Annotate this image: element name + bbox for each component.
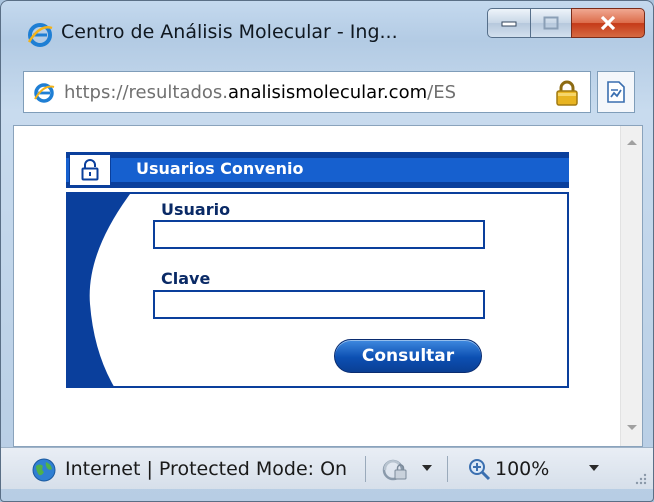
url-text[interactable]: https://resultados.analisismolecular.com… bbox=[64, 82, 550, 103]
chevron-down-icon[interactable] bbox=[421, 464, 433, 472]
padlock-icon bbox=[81, 159, 99, 181]
minimize-icon bbox=[501, 21, 517, 27]
protected-mode-icon[interactable] bbox=[381, 458, 409, 482]
browser-window: Centro de Análisis Molecular - Ing... ht… bbox=[0, 0, 654, 502]
ie-icon bbox=[34, 83, 55, 103]
chevron-down-icon[interactable] bbox=[588, 464, 600, 472]
username-label: Usuario bbox=[161, 200, 231, 219]
login-title: Usuarios Convenio bbox=[136, 159, 304, 178]
url-scheme: https:// bbox=[64, 82, 129, 103]
password-input[interactable] bbox=[153, 290, 485, 319]
scroll-up-icon[interactable] bbox=[626, 138, 638, 146]
login-header: Usuarios Convenio bbox=[66, 152, 569, 188]
address-bar[interactable]: https://resultados.analisismolecular.com… bbox=[23, 71, 591, 113]
url-domain: analisismolecular.com bbox=[228, 82, 428, 103]
maximize-icon bbox=[543, 16, 559, 30]
maximize-button[interactable] bbox=[531, 8, 571, 38]
username-input[interactable] bbox=[153, 220, 485, 249]
consultar-button[interactable]: Consultar bbox=[334, 339, 482, 373]
padlock-icon[interactable] bbox=[554, 79, 580, 107]
zoom-level[interactable]: 100% bbox=[495, 458, 549, 480]
close-button[interactable] bbox=[571, 8, 645, 38]
resize-grip-icon[interactable] bbox=[633, 471, 647, 485]
url-subdomain: resultados. bbox=[128, 82, 229, 103]
ie-icon bbox=[27, 23, 53, 47]
zoom-icon[interactable] bbox=[467, 457, 493, 483]
url-path: /ES bbox=[427, 82, 457, 103]
close-icon bbox=[600, 15, 616, 31]
security-zone-text[interactable]: Internet | Protected Mode: On bbox=[65, 458, 361, 480]
minimize-button[interactable] bbox=[487, 8, 531, 38]
header-lock-box bbox=[69, 154, 111, 186]
login-panel: Usuario Clave Consultar bbox=[66, 192, 569, 388]
status-separator bbox=[447, 456, 448, 482]
window-title: Centro de Análisis Molecular - Ing... bbox=[61, 21, 398, 43]
title-bar: Centro de Análisis Molecular - Ing... bbox=[1, 1, 653, 63]
window-controls bbox=[487, 8, 645, 38]
vertical-scrollbar[interactable] bbox=[620, 126, 642, 446]
password-label: Clave bbox=[161, 269, 211, 288]
globe-icon bbox=[32, 458, 56, 482]
page-content: Usuarios Convenio Usuario Clave Consulta… bbox=[13, 125, 643, 447]
compatibility-view-icon bbox=[607, 81, 625, 103]
status-bar: Internet | Protected Mode: On 100% bbox=[1, 447, 653, 489]
compatibility-view-button[interactable] bbox=[597, 71, 635, 113]
scroll-down-icon[interactable] bbox=[626, 424, 638, 432]
status-separator bbox=[365, 456, 366, 482]
